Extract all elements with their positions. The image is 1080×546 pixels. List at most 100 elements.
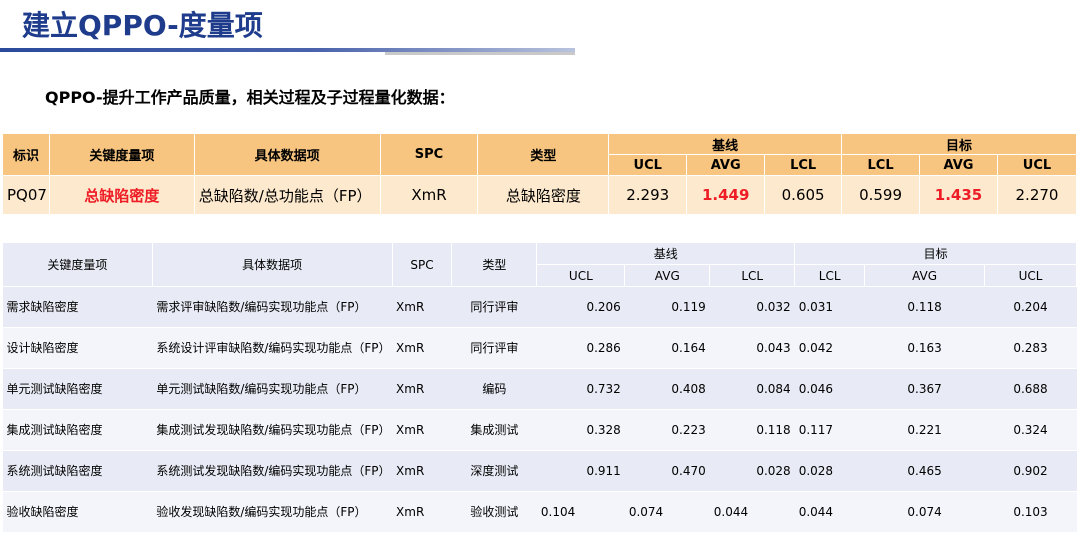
cell-metric: 单元测试缺陷密度 [2, 368, 153, 410]
cell-metric: 系统测试缺陷密度 [2, 450, 153, 492]
cell-target-lcl: 0.599 [841, 175, 921, 215]
cell-baseline-ucl: 0.328 [536, 409, 625, 451]
cell-data-item: 集成测试发现缺陷数/编码实现功能点（FP） [152, 409, 393, 451]
cell-metric: 集成测试缺陷密度 [2, 409, 153, 451]
cell-target-lcl: 0.117 [794, 409, 865, 451]
col-header-baseline-ucl: UCL [536, 264, 626, 287]
cell-baseline-lcl: 0.028 [709, 450, 795, 492]
cell-type: 同行评审 [451, 327, 537, 369]
col-header-key-metric: 关键度量项 [48, 133, 195, 176]
col-header-baseline: 基线 [608, 133, 843, 155]
col-header-target-lcl: LCL [794, 264, 866, 287]
cell-spc: XmR [392, 368, 452, 410]
cell-baseline-ucl: 2.293 [608, 175, 688, 215]
cell-data-item: 系统测试发现缺陷数/编码实现功能点（FP） [152, 450, 393, 492]
cell-key-metric: 总缺陷密度 [48, 175, 195, 215]
cell-spc: XmR [392, 327, 452, 369]
page-title: 建立QPPO-度量项 [22, 9, 263, 42]
cell-baseline-lcl: 0.032 [709, 286, 795, 328]
cell-target-avg: 0.465 [864, 450, 985, 492]
qppo-summary-table: 标识 关键度量项 具体数据项 SPC 类型 基线 目标 UCL AVG LCL … [2, 133, 1078, 215]
table-row: 设计缺陷密度 系统设计评审缺陷数/编码实现功能点（FP） XmR 同行评审 0.… [2, 327, 1077, 369]
cell-target-ucl: 0.688 [984, 368, 1077, 410]
cell-spc: XmR [392, 409, 452, 451]
cell-baseline-lcl: 0.044 [709, 491, 795, 533]
cell-baseline-avg: 0.408 [624, 368, 710, 410]
cell-baseline-ucl: 0.911 [536, 450, 625, 492]
cell-spc: XmR [379, 175, 479, 215]
cell-target-avg: 0.074 [864, 491, 985, 533]
cell-target-lcl: 0.031 [794, 286, 865, 328]
cell-target-ucl: 0.204 [984, 286, 1077, 328]
subprocess-metrics-table: 关键度量项 具体数据项 SPC 类型 基线 目标 UCL AVG LCL LCL… [2, 242, 1077, 533]
table-row: 验收缺陷密度 验收发现缺陷数/编码实现功能点（FP） XmR 验收测试 0.10… [2, 491, 1077, 533]
cell-baseline-avg: 1.449 [686, 175, 766, 215]
cell-target-ucl: 2.270 [996, 175, 1078, 215]
cell-baseline-avg: 0.470 [624, 450, 710, 492]
cell-baseline-ucl: 0.206 [536, 286, 625, 328]
cell-target-ucl: 0.103 [984, 491, 1077, 533]
cell-type: 深度测试 [451, 450, 537, 492]
cell-target-avg: 0.221 [864, 409, 985, 451]
cell-baseline-avg: 0.074 [624, 491, 710, 533]
cell-target-avg: 0.367 [864, 368, 985, 410]
col-header-data-item: 具体数据项 [151, 242, 393, 287]
col-header-target-ucl: UCL [996, 154, 1078, 176]
cell-baseline-avg: 0.119 [624, 286, 710, 328]
cell-baseline-lcl: 0.084 [709, 368, 795, 410]
col-header-data-item: 具体数据项 [193, 133, 381, 176]
col-header-target: 目标 [794, 242, 1077, 265]
table-row: PQ07 总缺陷密度 总缺陷数/总功能点（FP） XmR 总缺陷密度 2.293… [2, 175, 1078, 215]
col-header-key-metric: 关键度量项 [2, 242, 153, 287]
cell-type: 总缺陷密度 [477, 175, 610, 215]
cell-data-item: 验收发现缺陷数/编码实现功能点（FP） [152, 491, 393, 533]
cell-baseline-ucl: 0.286 [536, 327, 625, 369]
cell-id: PQ07 [2, 175, 50, 215]
cell-type: 同行评审 [451, 286, 537, 328]
col-header-target-ucl: UCL [984, 264, 1077, 287]
table-row: 单元测试缺陷密度 单元测试缺陷数/编码实现功能点（FP） XmR 编码 0.73… [2, 368, 1077, 410]
cell-baseline-lcl: 0.118 [709, 409, 795, 451]
col-header-type: 类型 [451, 242, 538, 287]
col-header-baseline-avg: AVG [624, 264, 711, 287]
col-header-baseline-ucl: UCL [608, 154, 688, 176]
cell-baseline-lcl: 0.605 [764, 175, 843, 215]
col-header-target-avg: AVG [864, 264, 986, 287]
cell-spc: XmR [392, 286, 452, 328]
col-header-target-avg: AVG [919, 154, 998, 176]
cell-metric: 需求缺陷密度 [2, 286, 153, 328]
cell-target-lcl: 0.046 [794, 368, 865, 410]
cell-baseline-lcl: 0.043 [709, 327, 795, 369]
col-header-type: 类型 [477, 133, 610, 176]
cell-data-item: 系统设计评审缺陷数/编码实现功能点（FP） [152, 327, 393, 369]
title-underline-shadow [385, 52, 575, 55]
cell-target-ucl: 0.902 [984, 450, 1077, 492]
cell-metric: 设计缺陷密度 [2, 327, 153, 369]
table-row: 集成测试缺陷密度 集成测试发现缺陷数/编码实现功能点（FP） XmR 集成测试 … [2, 409, 1077, 451]
cell-metric: 验收缺陷密度 [2, 491, 153, 533]
cell-target-avg: 0.118 [864, 286, 985, 328]
col-header-baseline-lcl: LCL [709, 264, 796, 287]
cell-target-lcl: 0.042 [794, 327, 865, 369]
col-header-spc: SPC [391, 242, 453, 287]
cell-baseline-avg: 0.223 [624, 409, 710, 451]
cell-type: 集成测试 [451, 409, 537, 451]
cell-type: 验收测试 [451, 491, 537, 533]
col-header-baseline-lcl: LCL [764, 154, 843, 176]
col-header-spc: SPC [379, 133, 479, 176]
cell-target-avg: 1.435 [919, 175, 998, 215]
col-header-target-lcl: LCL [841, 154, 921, 176]
cell-data-item: 单元测试缺陷数/编码实现功能点（FP） [152, 368, 393, 410]
cell-baseline-avg: 0.164 [624, 327, 710, 369]
cell-target-lcl: 0.044 [794, 491, 865, 533]
col-header-baseline: 基线 [536, 242, 796, 265]
cell-target-lcl: 0.028 [794, 450, 865, 492]
table-row: 系统测试缺陷密度 系统测试发现缺陷数/编码实现功能点（FP） XmR 深度测试 … [2, 450, 1077, 492]
cell-spc: XmR [392, 450, 452, 492]
cell-data-item: 总缺陷数/总功能点（FP） [193, 175, 381, 215]
cell-target-avg: 0.163 [864, 327, 985, 369]
cell-target-ucl: 0.324 [984, 409, 1077, 451]
page-subtitle: QPPO-提升工作产品质量，相关过程及子过程量化数据： [45, 88, 455, 107]
col-header-id: 标识 [2, 133, 50, 176]
cell-baseline-ucl: 0.104 [536, 491, 625, 533]
